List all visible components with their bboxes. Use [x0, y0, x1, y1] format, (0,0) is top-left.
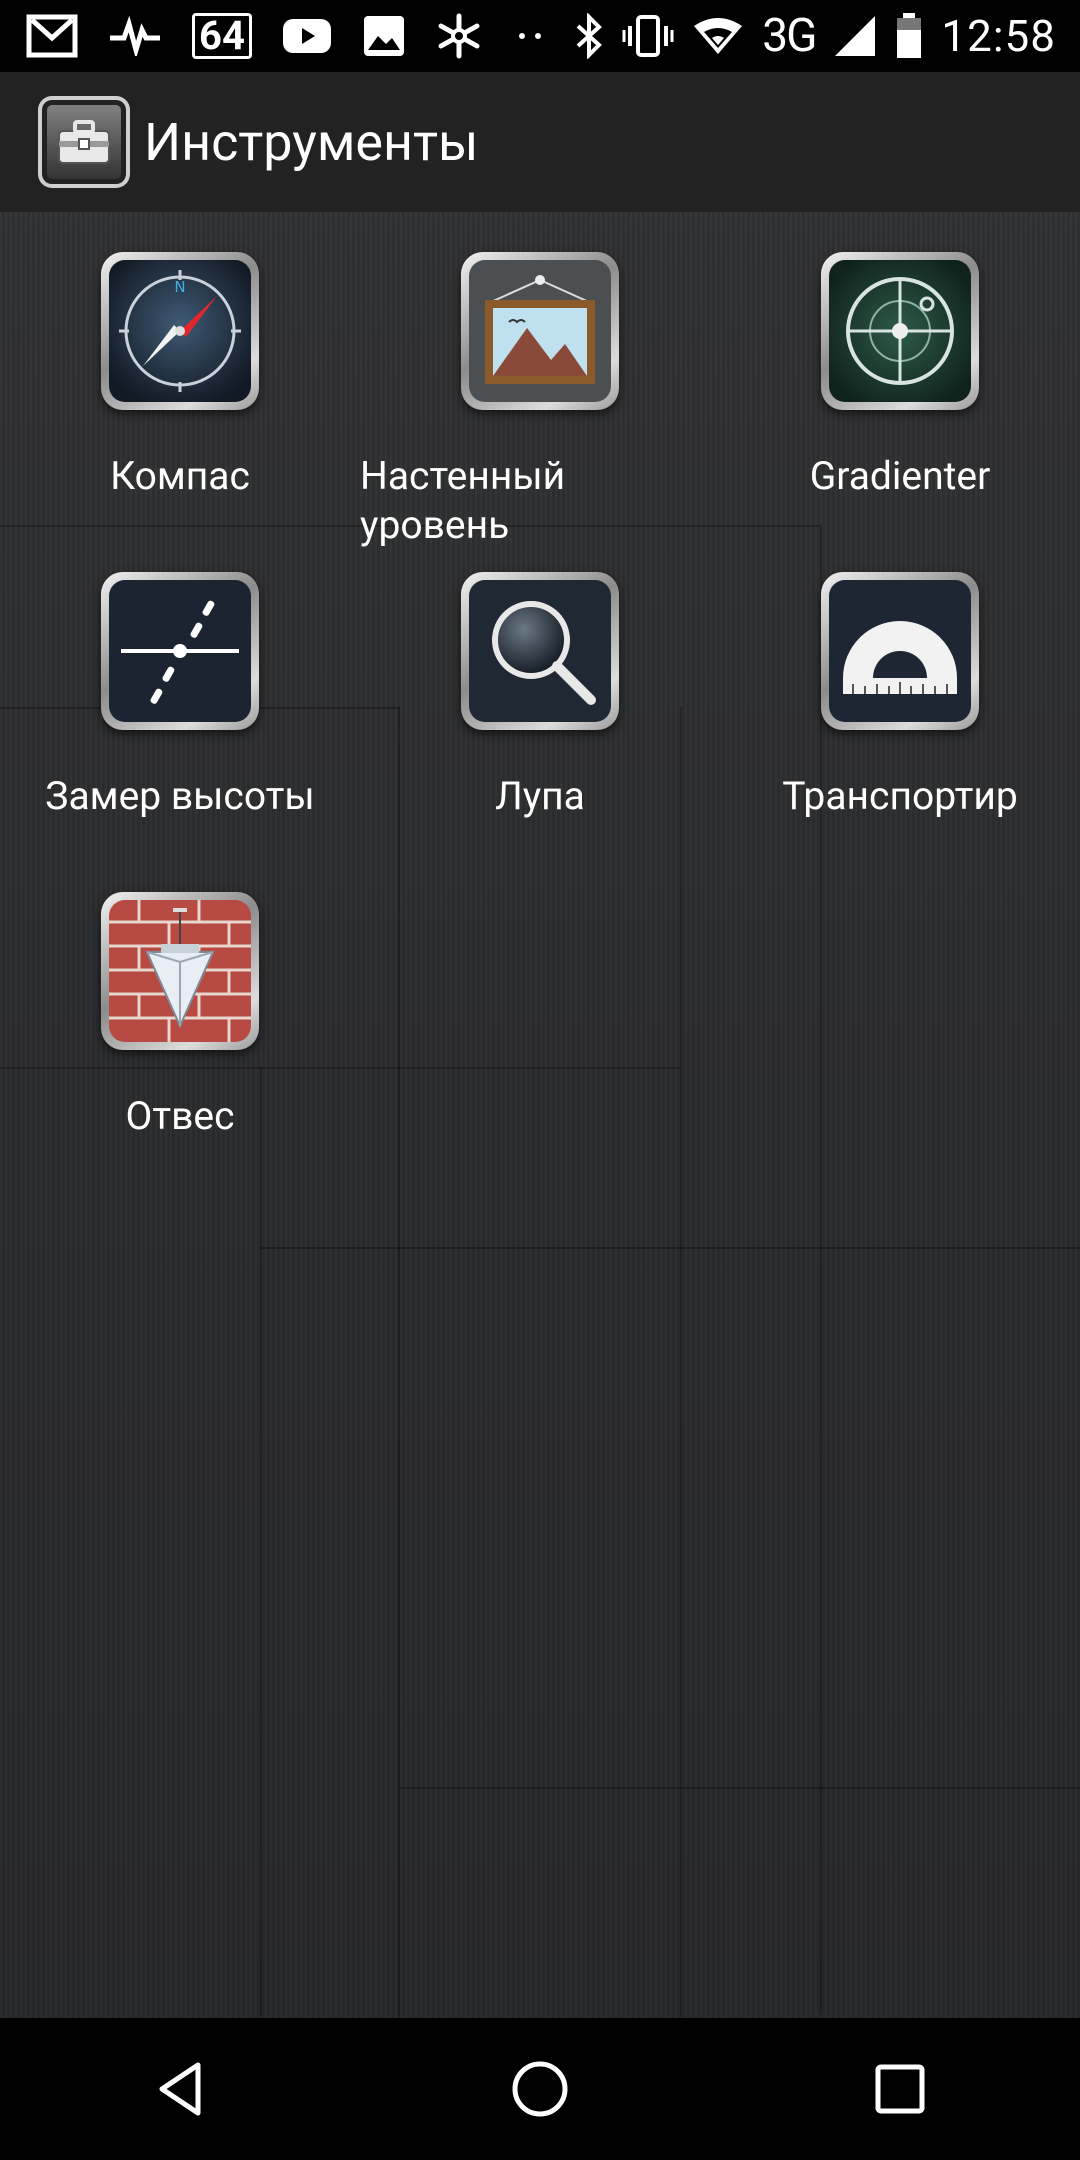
tool-label: Настенный уровень [360, 453, 566, 548]
tool-compass[interactable]: N Компас [0, 252, 360, 501]
tool-label: Замер высоты [45, 773, 315, 819]
tool-label: Gradienter [809, 453, 991, 499]
wall-picture-icon [469, 260, 611, 402]
tool-label: Транспортир [782, 773, 1018, 819]
action-bar: Инструменты [0, 72, 1080, 214]
tool-label: Отвес [125, 1093, 235, 1139]
toolbox-icon[interactable] [38, 96, 130, 188]
height-measure-icon [109, 580, 251, 722]
home-icon[interactable] [470, 2018, 610, 2160]
tool-wall-level[interactable]: Настенный уровень [360, 252, 720, 550]
tool-height-measure[interactable]: Замер высоты [0, 572, 360, 821]
clock: 12:58 [941, 10, 1056, 62]
level-bubble-icon [829, 260, 971, 402]
page-title: Инструменты [144, 111, 479, 173]
protractor-icon [829, 580, 971, 722]
tool-label: Лупа [495, 773, 585, 819]
status-bar: 64 3G 12:58 [0, 0, 1080, 72]
back-icon[interactable] [110, 2018, 250, 2160]
bluetooth-icon [574, 13, 604, 59]
recents-icon[interactable] [830, 2018, 970, 2160]
badge-64-icon: 64 [192, 13, 252, 59]
magnifier-icon [469, 580, 611, 722]
snowflake-icon [436, 13, 482, 59]
plumb-bob-icon [109, 900, 251, 1042]
network-type: 3G [762, 9, 817, 63]
tool-plumb-bob[interactable]: Отвес [0, 892, 360, 1141]
compass-icon: N [109, 260, 251, 402]
youtube-icon [282, 17, 332, 55]
wifi-icon [692, 16, 744, 56]
battery-icon [895, 12, 923, 60]
tool-label: Компас [110, 453, 250, 499]
gmail-icon [26, 14, 78, 58]
svg-text:N: N [174, 278, 185, 296]
tool-protractor[interactable]: Транспортир [720, 572, 1080, 821]
pulse-icon [108, 16, 162, 56]
more-dots-icon [512, 26, 552, 46]
tools-grid: N Компас Настенный уровень Gradienter За… [0, 212, 1080, 2018]
image-icon [362, 14, 406, 58]
tool-magnifier[interactable]: Лупа [360, 572, 720, 821]
signal-icon [833, 14, 877, 58]
navigation-bar [0, 2018, 1080, 2160]
vibrate-icon [622, 14, 674, 58]
tool-gradienter[interactable]: Gradienter [720, 252, 1080, 501]
